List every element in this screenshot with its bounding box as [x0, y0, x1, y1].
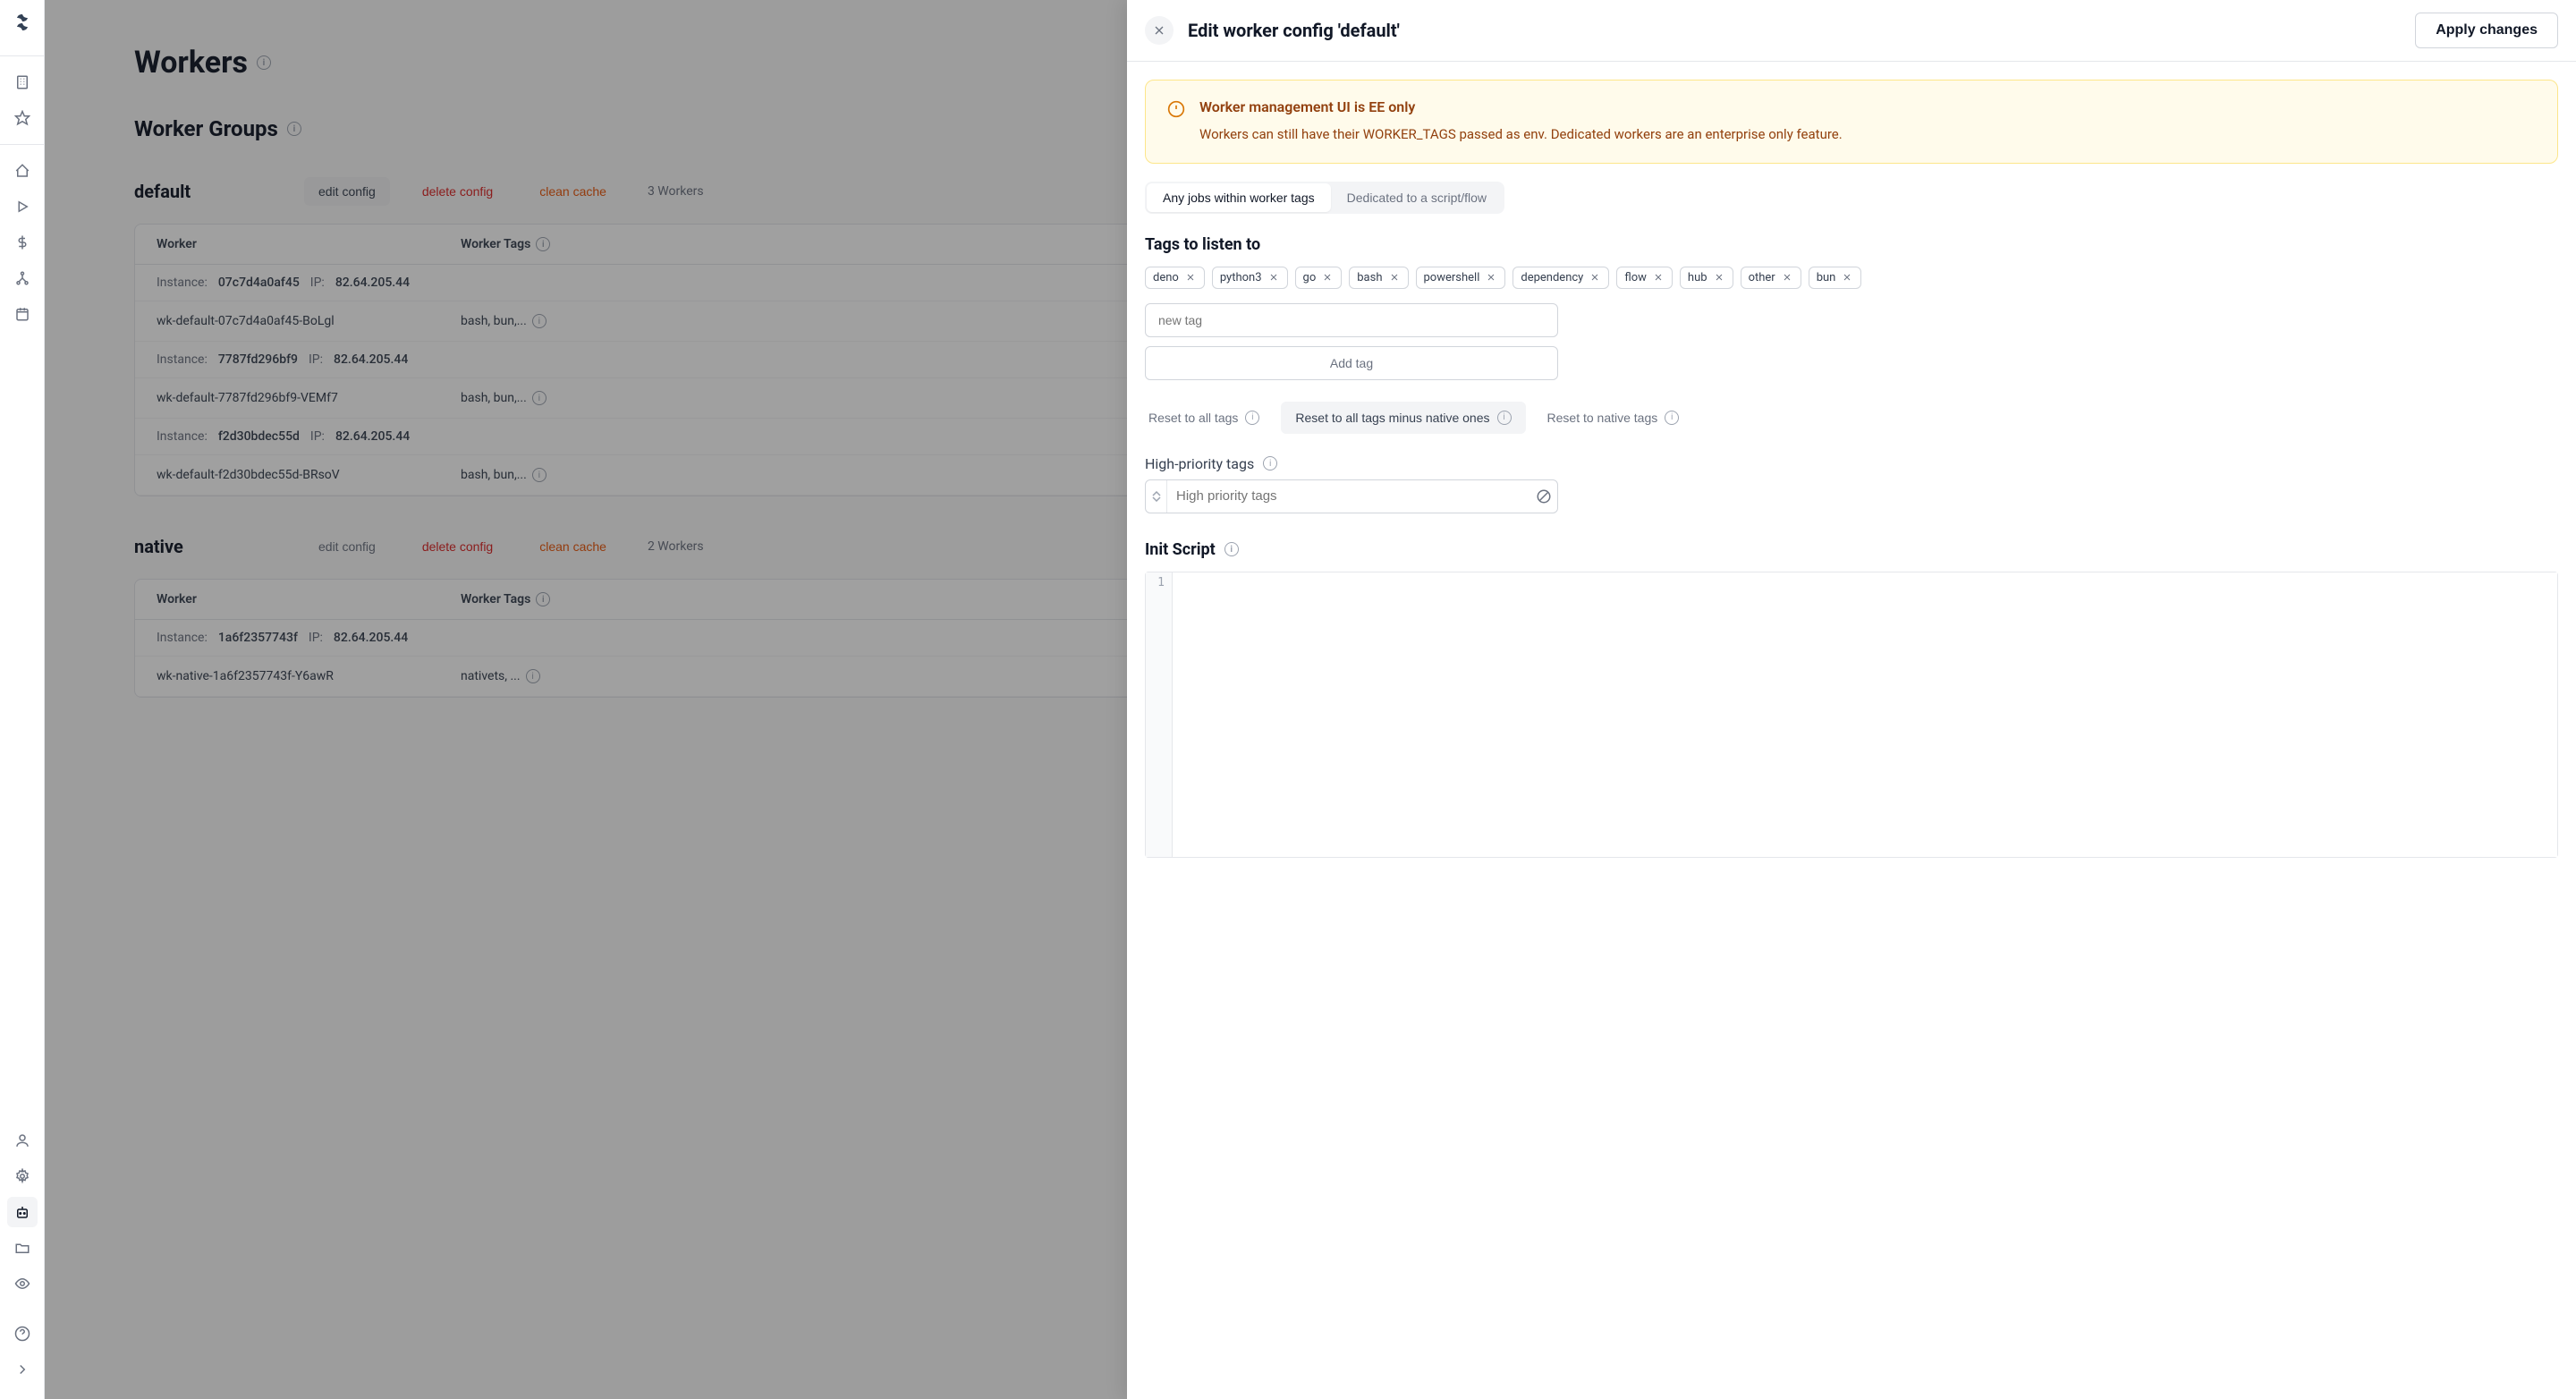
clear-icon[interactable] — [1530, 488, 1557, 504]
app-logo[interactable] — [10, 11, 35, 36]
tag-chip: python3 — [1212, 267, 1288, 289]
star-icon[interactable] — [7, 103, 38, 133]
play-icon[interactable] — [7, 191, 38, 222]
tag-remove-icon[interactable] — [1841, 271, 1853, 284]
tag-label: deno — [1153, 271, 1179, 284]
tag-chip: powershell — [1416, 267, 1506, 289]
close-button[interactable] — [1145, 16, 1174, 45]
tag-chip: hub — [1680, 267, 1733, 289]
tag-remove-icon[interactable] — [1652, 271, 1665, 284]
ee-alert: Worker management UI is EE only Workers … — [1145, 80, 2558, 164]
high-priority-label: High-priority tags — [1145, 455, 1254, 472]
tag-chip: dependency — [1513, 267, 1609, 289]
info-icon[interactable]: i — [1224, 542, 1239, 556]
info-icon: i — [1665, 411, 1679, 425]
tag-label: hub — [1688, 271, 1707, 284]
dollar-icon[interactable] — [7, 227, 38, 258]
help-icon[interactable] — [7, 1318, 38, 1349]
add-tag-button[interactable]: Add tag — [1145, 346, 1558, 380]
warning-icon — [1167, 100, 1185, 118]
tags-section-label: Tags to listen to — [1145, 235, 2558, 254]
alert-title: Worker management UI is EE only — [1199, 98, 2536, 115]
segment-any-jobs[interactable]: Any jobs within worker tags — [1147, 183, 1331, 212]
apply-changes-button[interactable]: Apply changes — [2415, 13, 2558, 48]
tag-remove-icon[interactable] — [1388, 271, 1401, 284]
tag-remove-icon[interactable] — [1321, 271, 1334, 284]
init-script-editor[interactable]: 1 — [1145, 572, 2558, 858]
tag-remove-icon[interactable] — [1713, 271, 1725, 284]
tag-chip: flow — [1616, 267, 1673, 289]
calendar-icon[interactable] — [7, 299, 38, 329]
high-priority-input[interactable] — [1167, 481, 1530, 511]
folder-icon[interactable] — [7, 1233, 38, 1263]
reset-minus-native-button[interactable]: Reset to all tags minus native onesi — [1281, 402, 1525, 434]
tag-label: go — [1303, 271, 1317, 284]
tag-remove-icon[interactable] — [1589, 271, 1601, 284]
tag-label: powershell — [1424, 271, 1480, 284]
alert-text: Workers can still have their WORKER_TAGS… — [1199, 124, 2536, 145]
new-tag-input[interactable] — [1145, 303, 1558, 337]
tag-remove-icon[interactable] — [1267, 271, 1280, 284]
tag-chip: bash — [1349, 267, 1408, 289]
tag-remove-icon[interactable] — [1781, 271, 1793, 284]
tag-label: bun — [1817, 271, 1836, 284]
expand-icon[interactable] — [7, 1354, 38, 1385]
tag-chip: go — [1295, 267, 1343, 289]
job-mode-segmented: Any jobs within worker tags Dedicated to… — [1145, 182, 1504, 214]
tag-chip: deno — [1145, 267, 1205, 289]
gutter-line: 1 — [1153, 576, 1165, 589]
segment-dedicated[interactable]: Dedicated to a script/flow — [1331, 183, 1503, 212]
sort-chevrons-icon[interactable] — [1146, 480, 1167, 513]
tag-label: bash — [1357, 271, 1382, 284]
eye-icon[interactable] — [7, 1268, 38, 1299]
info-icon: i — [1245, 411, 1259, 425]
robot-icon[interactable] — [7, 1197, 38, 1227]
user-icon[interactable] — [7, 1125, 38, 1156]
tag-chip: other — [1741, 267, 1801, 289]
nodes-icon[interactable] — [7, 263, 38, 293]
info-icon[interactable]: i — [1263, 456, 1277, 471]
tag-label: python3 — [1220, 271, 1262, 284]
init-script-label: Init Script — [1145, 540, 1216, 559]
home-icon[interactable] — [7, 156, 38, 186]
tag-remove-icon[interactable] — [1184, 271, 1197, 284]
building-icon[interactable] — [7, 67, 38, 98]
tag-remove-icon[interactable] — [1485, 271, 1497, 284]
info-icon: i — [1497, 411, 1512, 425]
tag-chip: bun — [1809, 267, 1862, 289]
gear-icon[interactable] — [7, 1161, 38, 1191]
tag-label: dependency — [1521, 271, 1583, 284]
reset-all-tags-button[interactable]: Reset to all tagsi — [1145, 403, 1263, 432]
tag-label: flow — [1624, 271, 1647, 284]
tag-label: other — [1749, 271, 1775, 284]
reset-native-tags-button[interactable]: Reset to native tagsi — [1544, 403, 1683, 432]
drawer-title: Edit worker config 'default' — [1188, 20, 2401, 41]
